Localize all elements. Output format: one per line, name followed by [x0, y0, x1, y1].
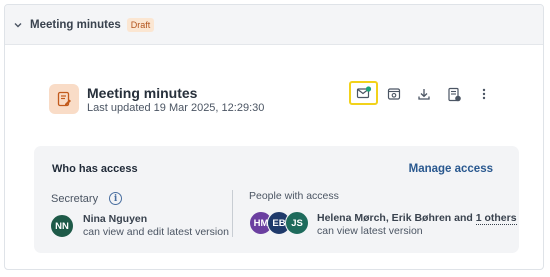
secretary-label: Secretary	[51, 192, 99, 205]
status-badge: Draft	[126, 17, 155, 32]
send-email-icon	[356, 86, 371, 99]
people-with-access-label: People with access	[249, 190, 339, 202]
secretary-permission: can view and edit latest version	[83, 226, 229, 238]
preview-icon	[387, 88, 401, 100]
info-icon[interactable]: i	[109, 192, 123, 205]
people-permission: can view latest version	[317, 225, 423, 237]
avatar: NN	[50, 214, 74, 238]
download-icon	[418, 89, 430, 100]
people-names: Helena Mørch, Erik Bøhren and	[317, 212, 476, 224]
avatar: JS	[285, 211, 309, 235]
divider	[232, 190, 233, 237]
manage-access-link[interactable]: Manage access	[409, 163, 493, 175]
secretary-label-row: Secretary i	[51, 192, 123, 205]
document-edit-icon	[49, 84, 79, 114]
send-email-button[interactable]	[349, 81, 378, 105]
document-title: Meeting minutes	[87, 85, 198, 101]
preview-button[interactable]	[381, 83, 407, 105]
download-button[interactable]	[411, 83, 437, 105]
people-names-row: Helena Mørch, Erik Bøhren and 1 others	[317, 212, 517, 225]
section-header[interactable]: Meeting minutes Draft	[5, 5, 543, 45]
access-card: Who has access Manage access Secretary i…	[34, 146, 519, 253]
others-link[interactable]: 1 others	[475, 212, 517, 225]
export-pdf-icon	[448, 87, 461, 101]
chevron-down-icon[interactable]	[13, 20, 23, 30]
last-updated-text: Last updated 19 Mar 2025, 12:29:30	[87, 102, 265, 114]
section-title: Meeting minutes	[30, 18, 121, 31]
export-pdf-button[interactable]	[441, 83, 467, 105]
access-heading: Who has access	[52, 163, 138, 175]
more-options-button[interactable]	[471, 83, 497, 105]
meeting-minutes-panel: Meeting minutes Draft Meeting minutes La…	[4, 4, 544, 270]
more-options-icon	[482, 88, 486, 100]
secretary-name: Nina Nguyen	[83, 213, 148, 225]
